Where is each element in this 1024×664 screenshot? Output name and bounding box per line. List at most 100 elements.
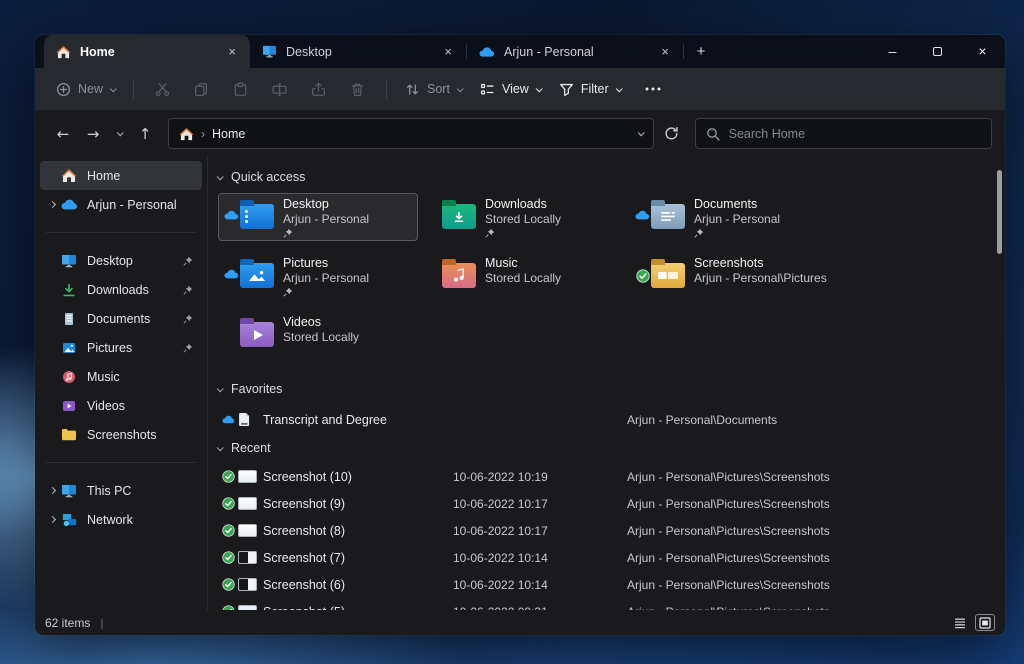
paste-icon — [233, 82, 248, 97]
close-tab-icon[interactable]: × — [440, 44, 456, 59]
forward-button[interactable]: → — [78, 119, 108, 149]
refresh-button[interactable] — [664, 126, 679, 141]
chevron-right-icon[interactable] — [45, 488, 60, 493]
tab-arjun-personal[interactable]: Arjun - Personal × — [467, 35, 683, 68]
cut-button[interactable] — [143, 74, 182, 104]
tab-desktop[interactable]: Desktop × — [250, 35, 466, 68]
tile-desktop[interactable]: Desktop Arjun - Personal — [218, 193, 418, 241]
screenshot-thumbnail-icon — [238, 497, 263, 510]
tile-downloads[interactable]: Downloads Stored Locally — [420, 193, 620, 241]
tile-pictures[interactable]: Pictures Arjun - Personal — [218, 252, 418, 300]
toolbar-separator — [133, 79, 134, 100]
search-input[interactable] — [729, 127, 981, 141]
cloud-status-icon — [223, 269, 240, 279]
command-bar: New — [35, 68, 1005, 110]
view-button[interactable]: View — [471, 74, 550, 104]
new-button[interactable]: New — [47, 74, 124, 104]
pin-icon — [183, 314, 193, 324]
pin-icon — [694, 228, 780, 239]
breadcrumb-segment-home[interactable]: Home — [212, 127, 245, 141]
network-icon — [60, 513, 78, 527]
tile-music[interactable]: Music Stored Locally — [420, 252, 620, 300]
main-area: Home Arjun - Personal Desktop — [35, 157, 1005, 610]
sidebar-item-this-pc[interactable]: This PC — [40, 476, 202, 505]
sidebar-item-downloads[interactable]: Downloads — [40, 275, 202, 304]
close-tab-icon[interactable]: × — [224, 44, 240, 59]
sidebar-item-videos[interactable]: Videos — [40, 391, 202, 420]
pictures-icon — [60, 341, 78, 355]
file-explorer-window: Home × Desktop × Arjun - Personal × + – … — [35, 35, 1005, 635]
synced-status-icon — [222, 497, 238, 510]
vertical-scrollbar-thumb[interactable] — [997, 170, 1002, 254]
favorite-row-transcript[interactable]: Transcript and Degree Arjun - Personal\D… — [208, 406, 1005, 433]
recent-row[interactable]: Screenshot (6) 10-06-2022 10:14 Arjun - … — [208, 571, 1005, 598]
sidebar-item-desktop[interactable]: Desktop — [40, 246, 202, 275]
recent-row[interactable]: Screenshot (8) 10-06-2022 10:17 Arjun - … — [208, 517, 1005, 544]
videos-icon — [60, 399, 78, 413]
up-button[interactable]: ↑ — [130, 119, 160, 149]
recent-locations-button[interactable] — [108, 119, 130, 149]
section-header-recent[interactable]: Recent — [208, 438, 1005, 458]
tile-screenshots[interactable]: Screenshots Arjun - Personal\Pictures — [629, 252, 829, 300]
synced-status-icon — [222, 551, 238, 564]
music-icon — [60, 370, 78, 384]
home-icon — [56, 45, 71, 59]
copy-button[interactable] — [182, 74, 221, 104]
section-header-quick-access[interactable]: Quick access — [208, 167, 1005, 187]
tab-label: Arjun - Personal — [504, 45, 648, 59]
tab-home[interactable]: Home × — [44, 35, 250, 68]
desktop-folder-icon — [240, 204, 274, 229]
sidebar-item-arjun-personal[interactable]: Arjun - Personal — [40, 190, 202, 219]
sidebar-item-screenshots[interactable]: Screenshots — [40, 420, 202, 449]
breadcrumb-chevron: › — [201, 127, 205, 141]
sidebar-item-network[interactable]: Network — [40, 505, 202, 534]
address-dropdown-icon[interactable] — [637, 129, 644, 136]
address-bar[interactable]: › Home — [168, 118, 654, 149]
delete-button[interactable] — [338, 74, 377, 104]
filter-button[interactable]: Filter — [550, 74, 630, 104]
status-divider: | — [100, 616, 103, 630]
recent-row[interactable]: Screenshot (9) 10-06-2022 10:17 Arjun - … — [208, 490, 1005, 517]
large-thumbnails-view-toggle[interactable] — [975, 614, 995, 631]
document-file-icon — [238, 412, 263, 427]
details-view-toggle[interactable] — [950, 614, 970, 631]
sidebar-item-music[interactable]: Music — [40, 362, 202, 391]
sort-button[interactable]: Sort — [396, 74, 471, 104]
folder-icon — [60, 428, 78, 441]
screenshots-folder-icon — [651, 263, 685, 288]
more-options-button[interactable] — [636, 74, 670, 104]
close-tab-icon[interactable]: × — [657, 44, 673, 59]
pin-icon — [183, 256, 193, 266]
screenshot-thumbnail-icon — [238, 578, 263, 591]
desktop-icon — [262, 45, 277, 58]
minimize-button[interactable]: – — [870, 35, 915, 67]
screenshot-thumbnail-icon — [238, 551, 263, 564]
more-icon — [645, 87, 661, 91]
chevron-down-icon — [615, 85, 622, 92]
sidebar-item-documents[interactable]: Documents — [40, 304, 202, 333]
section-header-favorites[interactable]: Favorites — [208, 379, 1005, 399]
tile-documents[interactable]: Documents Arjun - Personal — [629, 193, 829, 241]
sidebar-item-pictures[interactable]: Pictures — [40, 333, 202, 362]
search-box — [695, 118, 992, 149]
sidebar-item-home[interactable]: Home — [40, 161, 202, 190]
search-icon — [706, 127, 720, 141]
share-button[interactable] — [299, 74, 338, 104]
new-tab-button[interactable]: + — [684, 35, 718, 68]
chevron-right-icon[interactable] — [45, 517, 60, 522]
sidebar: Home Arjun - Personal Desktop — [35, 157, 208, 610]
this-pc-icon — [60, 484, 78, 498]
rename-button[interactable] — [260, 74, 299, 104]
recent-row[interactable]: Screenshot (7) 10-06-2022 10:14 Arjun - … — [208, 544, 1005, 571]
documents-icon — [60, 312, 78, 326]
downloads-folder-icon — [442, 204, 476, 229]
recent-row[interactable]: Screenshot (5) 10-06-2022 09:31 Arjun - … — [208, 598, 1005, 610]
maximize-button[interactable] — [915, 35, 960, 67]
recent-row[interactable]: Screenshot (10) 10-06-2022 10:19 Arjun -… — [208, 463, 1005, 490]
videos-folder-icon — [240, 322, 274, 347]
chevron-right-icon[interactable] — [45, 202, 60, 207]
paste-button[interactable] — [221, 74, 260, 104]
tile-videos[interactable]: Videos Stored Locally — [218, 311, 418, 359]
back-button[interactable]: ← — [48, 119, 78, 149]
close-button[interactable]: × — [960, 35, 1005, 67]
